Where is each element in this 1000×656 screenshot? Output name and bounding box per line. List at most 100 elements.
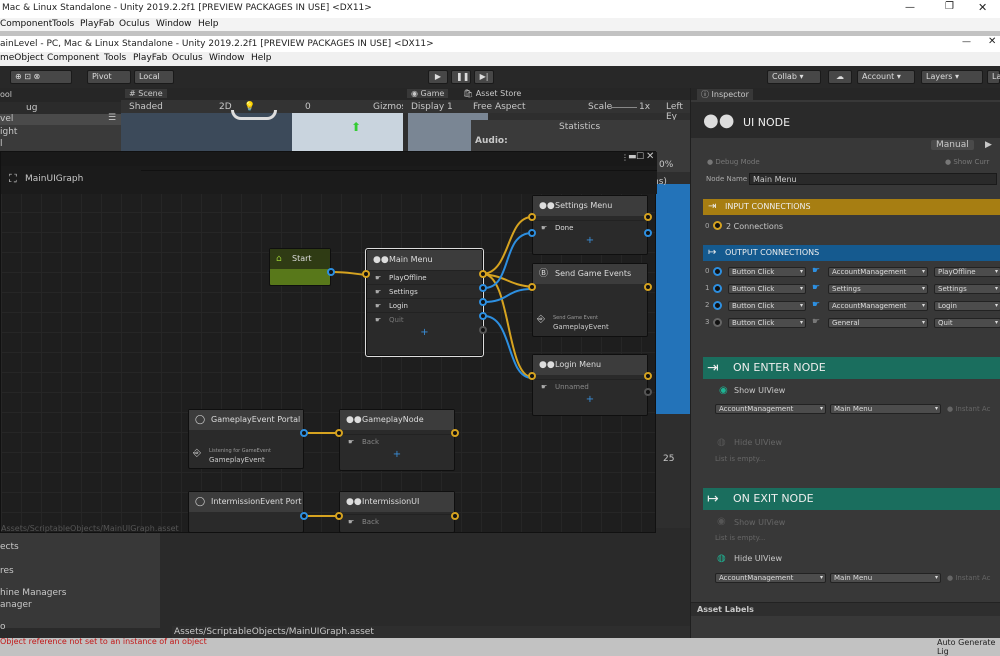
im-ui-input-port[interactable] — [335, 512, 343, 520]
output-row-quit[interactable]: ☛ Quit — [367, 312, 482, 326]
name-dropdown[interactable]: Quit — [934, 318, 1000, 328]
exit-name-dropdown[interactable]: Main Menu — [830, 573, 941, 583]
cloud-icon[interactable]: ☁ — [828, 70, 852, 84]
category-dropdown[interactable]: AccountManagement — [828, 267, 928, 277]
gizmos-dropdown[interactable]: Gizmos — [373, 102, 406, 112]
enter-name-dropdown[interactable]: Main Menu — [830, 404, 941, 414]
layout-dropdown[interactable]: La — [987, 70, 1000, 84]
layers-dropdown[interactable]: Layers ▾ — [921, 70, 983, 84]
node-im-portal-header[interactable]: ◯ IntermissionEvent Port — [189, 492, 303, 512]
port-quit[interactable] — [479, 326, 487, 334]
editor-minimize-icon[interactable]: — — [962, 37, 971, 47]
tab-inspector[interactable]: ⓘ Inspector — [697, 89, 753, 100]
2d-toggle[interactable]: 2D — [219, 102, 232, 112]
list-item[interactable]: l — [0, 139, 3, 149]
node-settings-menu[interactable]: ●● Settings Menu ☛ Done + — [532, 195, 648, 255]
menu-tools-2[interactable]: Tools — [104, 53, 126, 63]
list-item[interactable]: hine Managers — [0, 588, 66, 598]
menu-help[interactable]: Help — [198, 19, 219, 29]
show-current-toggle[interactable]: ● Show Curr — [945, 158, 989, 166]
scale-slider[interactable] — [611, 107, 637, 108]
play-button[interactable]: ▶ — [428, 70, 448, 84]
list-item[interactable]: res — [0, 566, 14, 576]
node-gameplay-portal[interactable]: ◯ GameplayEvent Portal ⎆ Listening for Ga… — [188, 409, 304, 469]
port-done[interactable] — [644, 229, 652, 237]
trigger-dropdown[interactable]: Button Click — [728, 318, 806, 328]
add-output-button[interactable]: + — [340, 448, 454, 462]
list-item[interactable]: anager — [0, 600, 32, 610]
node-send-events-header[interactable]: Ⓑ Send Game Events — [533, 264, 647, 284]
add-output-button[interactable]: + — [367, 326, 482, 340]
login-input-port[interactable] — [528, 372, 536, 380]
axis-gizmo-icon[interactable]: ⬆ — [351, 120, 381, 150]
node-im-ui-header[interactable]: ●● IntermissionUI — [340, 492, 454, 512]
tab-game[interactable]: ◉ Game — [407, 89, 449, 98]
menu-oculus[interactable]: Oculus — [119, 19, 150, 29]
graph-editor-window[interactable]: ⋮ ▬ ☐ ✕ ⛶ MainUIGraph Assets/ScriptableO… — [0, 151, 657, 533]
node-main-menu[interactable]: ●● Main Menu ☛ PlayOffline ☛ Settings ☛ Logi… — [365, 248, 484, 357]
im-portal-output-port[interactable] — [300, 512, 308, 520]
transform-tools[interactable]: ⊕ ⊡ ⊗ — [10, 70, 72, 84]
port-unnamed[interactable] — [644, 388, 652, 396]
output-row-login[interactable]: ☛ Login — [367, 298, 482, 312]
output-row[interactable]: 1 Button Click ☛ Settings Settings — [691, 282, 1000, 296]
eye-icon[interactable]: ◉ — [717, 516, 726, 527]
send-events-output-port[interactable] — [644, 283, 652, 291]
node-name-input[interactable]: Main Menu — [749, 173, 997, 185]
output-row-playoffline[interactable]: ☛ PlayOffline — [367, 270, 482, 284]
node-intermission-portal[interactable]: ◯ IntermissionEvent Port — [188, 491, 304, 533]
main-menu-enter-port[interactable] — [479, 270, 487, 278]
account-dropdown[interactable]: Account ▾ — [857, 70, 915, 84]
eye-icon[interactable]: ◉ — [719, 385, 728, 396]
im-ui-enter-port[interactable] — [451, 512, 459, 520]
output-row-back[interactable]: ☛ Back — [340, 514, 454, 528]
node-gp-portal-header[interactable]: ◯ GameplayEvent Portal — [189, 410, 303, 430]
on-exit-band[interactable]: ↦ ON EXIT NODE — [703, 488, 1000, 510]
output-row[interactable]: 2 Button Click ☛ AccountManagement Login — [691, 299, 1000, 313]
node-settings-header[interactable]: ●● Settings Menu — [533, 196, 647, 216]
output-row[interactable]: 0 Button Click ☛ AccountManagement PlayO… — [691, 265, 1000, 279]
aspect-dropdown[interactable]: Free Aspect — [473, 102, 526, 112]
menu-playfab-2[interactable]: PlayFab — [133, 53, 167, 63]
asset-labels-bar[interactable]: Asset Labels — [691, 602, 1000, 616]
menu-icon[interactable]: ☰ — [108, 113, 116, 123]
port-login[interactable] — [479, 312, 487, 320]
pause-button[interactable]: ❚❚ — [451, 70, 471, 84]
hierarchy-search[interactable]: ug — [0, 102, 121, 114]
display-dropdown[interactable]: Display 1 — [411, 102, 453, 112]
name-dropdown[interactable]: Settings — [934, 284, 1000, 294]
maximize-icon[interactable]: ❐ — [945, 1, 954, 12]
settings-input-port[interactable] — [528, 213, 536, 221]
add-output-button[interactable]: + — [533, 393, 647, 407]
output-row-unnamed[interactable]: ☛ Unnamed — [533, 379, 647, 393]
category-dropdown[interactable]: General — [828, 318, 928, 328]
node-gameplay-header[interactable]: ●● GameplayNode — [340, 410, 454, 430]
menu-window-2[interactable]: Window — [209, 53, 245, 63]
port-playoffline[interactable] — [479, 284, 487, 292]
node-login-menu[interactable]: ●● Login Menu ☛ Unnamed + — [532, 354, 648, 416]
node-start-header[interactable]: ⌂ Start — [270, 249, 330, 269]
input-connections-band[interactable]: ⇥ INPUT CONNECTIONS — [703, 199, 1000, 215]
menu-oculus-2[interactable]: Oculus — [172, 53, 203, 63]
list-item[interactable]: vel ☰ — [0, 113, 121, 125]
instant-toggle[interactable]: ● Instant Ac — [947, 574, 990, 582]
list-item[interactable]: o — [0, 622, 6, 632]
on-enter-band[interactable]: ⇥ ON ENTER NODE — [703, 357, 1000, 379]
minimize-icon[interactable]: — — [905, 2, 915, 13]
menu-playfab[interactable]: PlayFab — [80, 19, 114, 29]
gameplay-enter-port[interactable] — [451, 429, 459, 437]
console-error[interactable]: Object reference not set to an instance … — [0, 637, 207, 646]
shading-dropdown[interactable]: Shaded — [129, 102, 163, 112]
manual-button[interactable]: Manual — [931, 140, 974, 150]
editor-close-icon[interactable]: ✕ — [988, 36, 996, 47]
main-menu-input-port[interactable] — [362, 270, 370, 278]
node-gameplay[interactable]: ●● GameplayNode ☛ Back + — [339, 409, 455, 471]
list-item[interactable]: ects — [0, 542, 19, 552]
hierarchy-tab[interactable]: ool — [0, 90, 12, 99]
close-icon[interactable]: ✕ — [978, 1, 987, 14]
port-settings[interactable] — [479, 298, 487, 306]
trigger-dropdown[interactable]: Button Click — [728, 301, 806, 311]
list-item[interactable]: ight — [0, 127, 17, 137]
login-enter-port[interactable] — [644, 372, 652, 380]
menu-component-2[interactable]: Component — [47, 53, 99, 63]
